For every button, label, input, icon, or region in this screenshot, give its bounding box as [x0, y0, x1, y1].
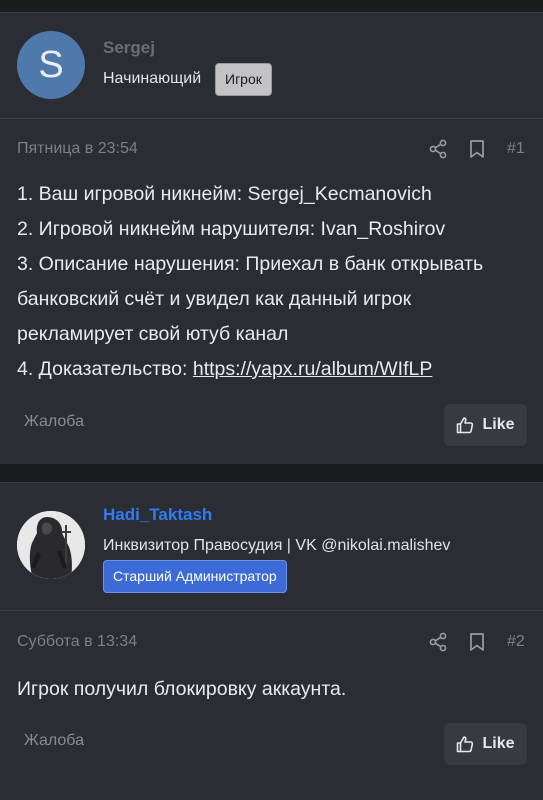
bookmark-icon[interactable] [468, 632, 486, 652]
like-label: Like [482, 416, 515, 433]
like-button[interactable]: Like [444, 404, 527, 446]
evidence-label: 4. Доказательство: [17, 358, 193, 380]
user-title: Начинающий [103, 70, 202, 87]
bookmark-icon[interactable] [468, 139, 486, 159]
content-line: Игрок получил блокировку аккаунта. [17, 678, 347, 700]
user-group-badge: Старший Администратор [103, 560, 287, 593]
content-line: банковский счёт и увидел как данный игро… [17, 288, 412, 310]
content-line: 2. Игровой никнейм нарушителя: Ivan_Rosh… [17, 218, 446, 240]
content-line: 4. Доказательство: https://yapx.ru/album… [17, 352, 533, 387]
avatar-letter: S [38, 43, 64, 86]
content-line: рекламирует свой ютуб канал [17, 323, 289, 345]
post-meta: Пятница в 23:54 #1 [17, 138, 543, 162]
avatar-image [17, 511, 85, 579]
content-line: 1. Ваш игровой никнейм: Sergej_Kecmanovi… [17, 183, 432, 205]
share-icon[interactable] [428, 632, 448, 652]
user-group-badge: Игрок [215, 63, 272, 96]
post-author-block: S Sergej Начинающий Игрок [0, 13, 543, 119]
share-icon[interactable] [428, 139, 448, 159]
post-number[interactable]: #1 [507, 140, 525, 158]
post-1: S Sergej Начинающий Игрок Пятница в 23:5… [0, 12, 543, 464]
report-link[interactable]: Жалоба [24, 413, 84, 431]
post-number[interactable]: #2 [507, 633, 525, 651]
username[interactable]: Hadi_Taktash [103, 505, 212, 525]
post-author-block: Hadi_Taktash Инквизитор Правосудия | VK … [0, 483, 543, 611]
post-content: Игрок получил блокировку аккаунта. [17, 672, 533, 707]
evidence-link[interactable]: https://yapx.ru/album/WIfLP [193, 358, 433, 380]
avatar[interactable] [17, 511, 85, 579]
thumbs-up-icon [457, 417, 474, 434]
report-link[interactable]: Жалоба [24, 732, 84, 750]
like-button[interactable]: Like [444, 723, 527, 765]
like-label: Like [482, 735, 515, 752]
post-content: 1. Ваш игровой никнейм: Sergej_Kecmanovi… [17, 177, 533, 387]
username[interactable]: Sergej [103, 38, 155, 58]
content-line: 3. Описание нарушения: Приехал в банк от… [17, 253, 484, 275]
post-meta: Суббота в 13:34 #2 [17, 631, 543, 655]
avatar[interactable]: S [17, 31, 85, 99]
post-date[interactable]: Суббота в 13:34 [17, 633, 137, 651]
user-title: Инквизитор Правосудия | VK @nikolai.mali… [103, 537, 451, 554]
post-2: Hadi_Taktash Инквизитор Правосудия | VK … [0, 482, 543, 800]
post-date[interactable]: Пятница в 23:54 [17, 140, 138, 158]
thumbs-up-icon [457, 736, 474, 753]
